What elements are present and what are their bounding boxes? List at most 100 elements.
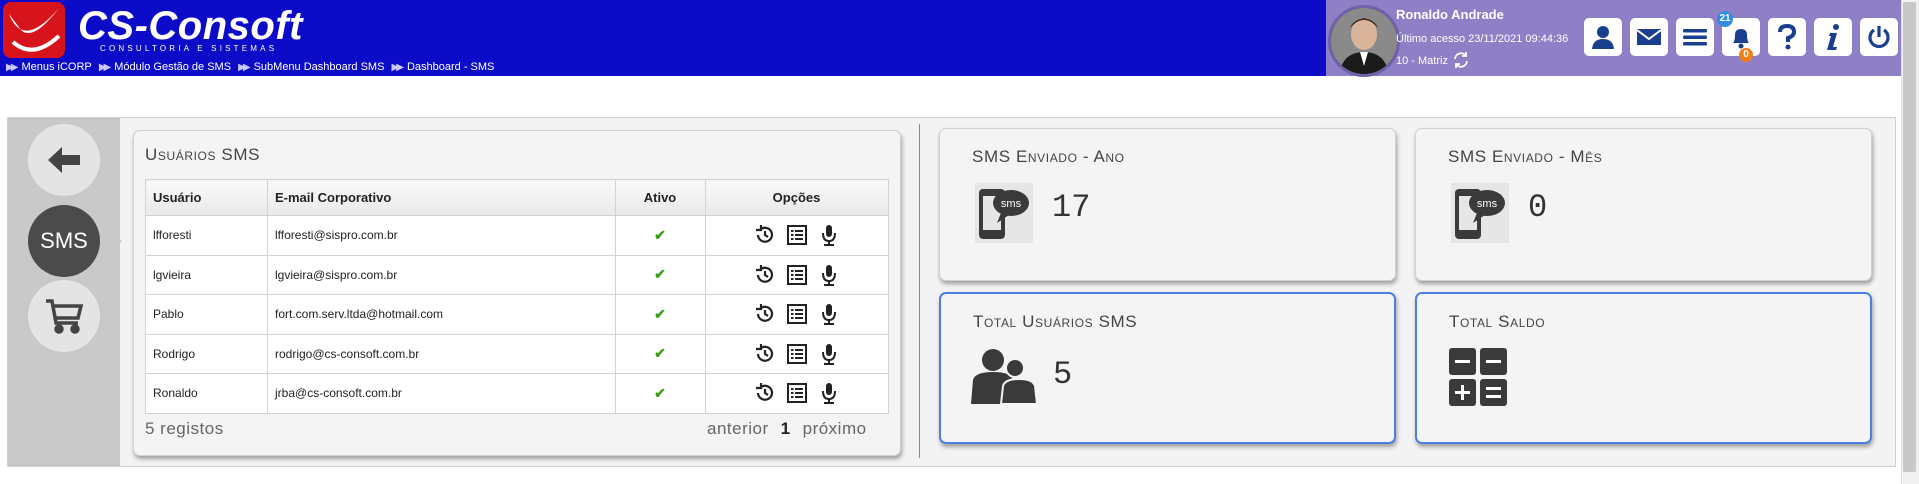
info-button[interactable] [1814,18,1852,56]
notification-badge: 21 [1717,11,1733,27]
sms-year-value: 17 [1052,189,1091,226]
history-icon[interactable] [754,303,776,325]
list-icon[interactable] [786,343,808,365]
check-icon: ✔ [654,305,666,322]
cell-active: ✔ [615,294,706,335]
check-icon: ✔ [654,266,666,283]
cell-active: ✔ [615,333,706,374]
breadcrumb-item[interactable]: ▶▶ Menus iCORP [6,61,92,73]
list-icon[interactable] [786,303,808,325]
menu-button[interactable] [1676,18,1714,56]
column-header-user[interactable]: Usuário [145,179,268,216]
cell-options [705,373,889,414]
sidebar-item-cart[interactable] [28,280,100,352]
cell-options [705,333,889,374]
sidebar-back-button[interactable] [28,124,100,196]
sms-month-value: 0 [1528,189,1548,226]
microphone-icon[interactable] [818,264,840,286]
cell-options [705,294,889,335]
breadcrumb-item[interactable]: ▶▶ SubMenu Dashboard SMS [238,61,384,73]
cell-email: jrba@cs-consoft.com.br [267,373,616,414]
help-button[interactable] [1768,18,1806,56]
pager-previous[interactable]: anterior [707,419,769,438]
column-header-active[interactable]: Ativo [615,179,706,216]
sidebar-item-sms[interactable]: SMS [28,205,100,277]
table-row[interactable]: lgvieira lgvieira@sispro.com.br ✔ [145,254,889,295]
cell-email: lfforesti@sispro.com.br [267,215,616,256]
logo-icon[interactable] [3,2,65,58]
table-row[interactable]: Rodrigo rodrigo@cs-consoft.com.br ✔ [145,333,889,374]
mail-icon [1636,29,1662,45]
pager-current-page[interactable]: 1 [781,419,791,438]
sms-year-card[interactable]: SMS Enviado - Ano sms 17 [939,128,1396,281]
mail-button[interactable] [1630,18,1668,56]
check-icon: ✔ [654,384,666,401]
logo-subtitle: CONSULTORIA E SISTEMAS [100,44,278,53]
help-icon [1778,23,1797,50]
table-row[interactable]: Ronaldo jrba@cs-consoft.com.br ✔ [145,373,889,414]
power-icon [1868,26,1890,49]
scrollbar-thumb[interactable] [1903,2,1916,472]
sms-month-card[interactable]: SMS Enviado - Mês sms 0 [1415,128,1872,281]
breadcrumb: ▶▶ Menus iCORP ▶▶ Módulo Gestão de SMS ▶… [6,61,498,73]
column-header-options: Opções [705,179,889,216]
history-icon[interactable] [754,343,776,365]
microphone-icon[interactable] [818,224,840,247]
microphone-icon[interactable] [818,343,840,365]
total-balance-card[interactable]: Total Saldo [1415,292,1872,444]
microphone-icon[interactable] [818,303,840,326]
location: 10 - Matriz [1396,55,1448,67]
history-icon[interactable] [754,264,776,286]
sms-year-title: SMS Enviado - Ano [972,147,1125,166]
user-button[interactable] [1584,18,1622,56]
sms-month-title: SMS Enviado - Mês [1448,147,1603,166]
breadcrumb-item[interactable]: ▶▶ Módulo Gestão de SMS [99,61,231,73]
refresh-icon[interactable] [1452,51,1470,69]
breadcrumb-item[interactable]: ▶▶ Dashboard - SMS [392,61,495,73]
users-table: Usuário E-mail Corporativo Ativo Opções … [145,179,889,414]
pagination: anterior 1 próximo [707,419,867,439]
calculator-icon [1449,348,1507,406]
sms-label: sms [1001,198,1022,210]
pager-next[interactable]: próximo [803,419,867,438]
back-arrow-icon [48,147,80,173]
microphone-icon[interactable] [818,382,840,405]
notification-badge: 0 [1739,48,1753,62]
users-card-title: Usuários SMS [145,145,261,164]
panel-divider [919,124,920,458]
cell-active: ✔ [615,215,706,256]
cell-email: lgvieira@sispro.com.br [267,254,616,295]
cell-user: lgvieira [145,254,268,295]
column-header-email[interactable]: E-mail Corporativo [267,179,616,216]
user-name: Ronaldo Andrade [1396,7,1504,22]
sms-phone-icon: sms [975,183,1033,243]
cell-user: Pablo [145,294,268,335]
cell-active: ✔ [615,254,706,295]
table-header-row: Usuário E-mail Corporativo Ativo Opções [145,179,889,216]
history-icon[interactable] [754,382,776,404]
list-icon[interactable] [786,382,808,404]
users-group-icon [971,349,1037,404]
list-icon[interactable] [786,264,808,286]
history-icon[interactable] [754,224,776,246]
total-users-card[interactable]: Total Usuários SMS 5 [939,292,1396,444]
total-balance-title: Total Saldo [1449,312,1546,331]
cart-icon [46,299,84,334]
info-icon [1827,24,1839,50]
cell-user: Ronaldo [145,373,268,414]
table-row[interactable]: lfforesti lfforesti@sispro.com.br ✔ [145,215,889,256]
bell-icon [1733,29,1749,49]
cell-active: ✔ [615,373,706,414]
sidebar-active-notch [112,232,122,250]
record-count: 5 registos [145,419,224,438]
power-button[interactable] [1860,18,1898,56]
last-access: Último acesso 23/11/2021 09:44:36 [1396,33,1569,45]
cell-options [705,215,889,256]
avatar[interactable] [1328,5,1400,77]
logo-title: CS-Consoft [78,4,303,48]
cell-user: lfforesti [145,215,268,256]
list-icon[interactable] [786,224,808,246]
sms-label: sms [1477,198,1498,210]
table-row[interactable]: Pablo fort.com.serv.ltda@hotmail.com ✔ [145,294,889,335]
check-icon: ✔ [654,226,666,243]
